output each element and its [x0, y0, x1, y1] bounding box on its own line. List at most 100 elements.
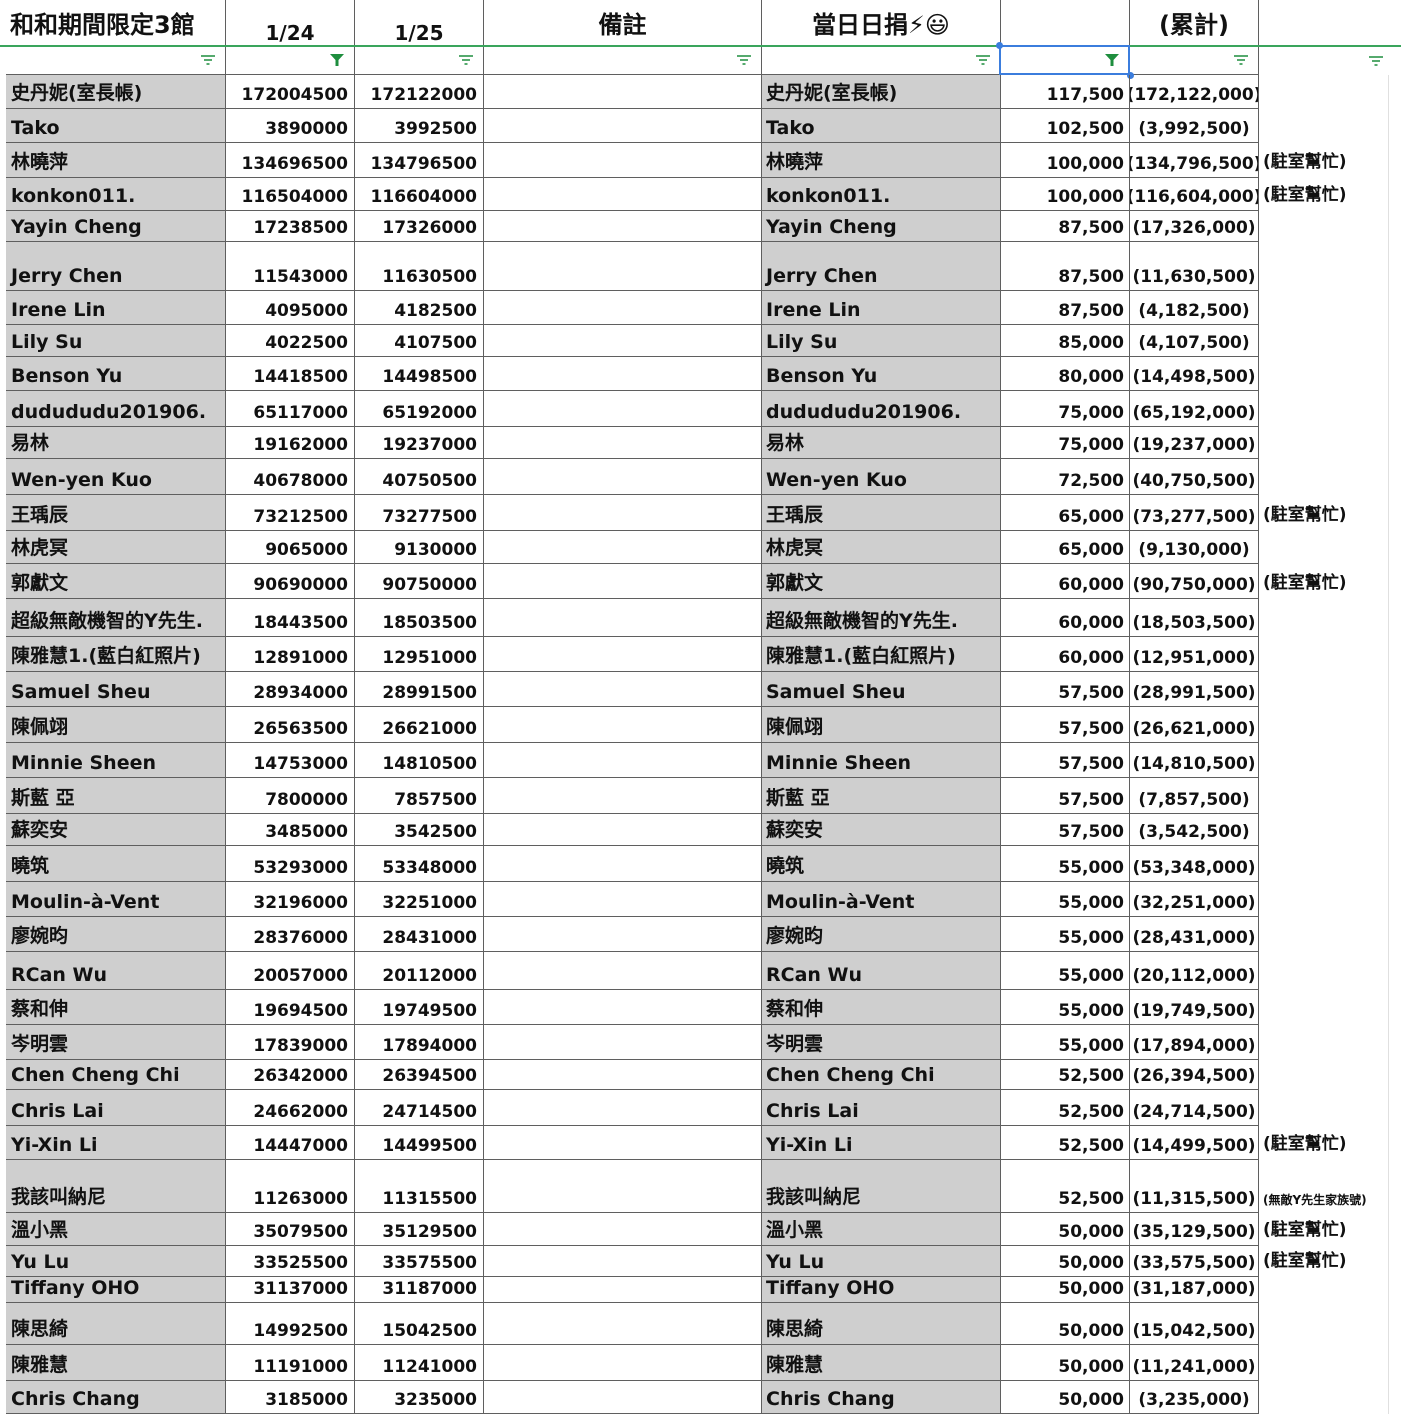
value-cell-1-25[interactable]: 4107500	[355, 325, 484, 357]
note-cell[interactable]	[484, 143, 762, 178]
note-cell[interactable]	[484, 1090, 762, 1126]
value-cell-1-25[interactable]: 28431000	[355, 917, 484, 952]
filter-cell[interactable]	[1001, 46, 1130, 75]
note-cell[interactable]	[484, 846, 762, 882]
daily-donation-cell[interactable]: 52,500	[1001, 1160, 1130, 1213]
value-cell-1-24[interactable]: 14418500	[226, 357, 355, 391]
value-cell-1-25[interactable]: 116604000	[355, 178, 484, 211]
name-cell-2[interactable]: Chris Lai	[762, 1090, 1001, 1126]
cumulative-cell[interactable]: (40,750,500)	[1130, 459, 1259, 495]
name-cell-2[interactable]: Tako	[762, 109, 1001, 143]
value-cell-1-24[interactable]: 11191000	[226, 1345, 355, 1381]
note-cell[interactable]	[484, 672, 762, 707]
name-cell-2[interactable]: Samuel Sheu	[762, 672, 1001, 707]
name-cell-2[interactable]: RCan Wu	[762, 952, 1001, 990]
note-cell[interactable]	[484, 743, 762, 778]
value-cell-1-24[interactable]: 172004500	[226, 75, 355, 109]
value-cell-1-25[interactable]: 19749500	[355, 990, 484, 1025]
name-cell-2[interactable]: Chris Chang	[762, 1381, 1001, 1414]
name-cell[interactable]: Chen Cheng Chi	[6, 1060, 226, 1090]
name-cell[interactable]: 蘇奕安	[6, 814, 226, 846]
value-cell-1-24[interactable]: 31137000	[226, 1277, 355, 1303]
name-cell-2[interactable]: 超級無敵機智的Y先生.	[762, 599, 1001, 637]
extra-note-cell[interactable]	[1259, 990, 1401, 1025]
daily-donation-cell[interactable]: 85,000	[1001, 325, 1130, 357]
extra-note-cell[interactable]: (駐室幫忙)	[1259, 1213, 1401, 1246]
name-cell-2[interactable]: 岑明雲	[762, 1025, 1001, 1060]
filter-icon[interactable]	[459, 55, 473, 65]
daily-donation-cell[interactable]: 57,500	[1001, 707, 1130, 743]
cumulative-cell[interactable]: (26,394,500)	[1130, 1060, 1259, 1090]
value-cell-1-24[interactable]: 26563500	[226, 707, 355, 743]
daily-donation-cell[interactable]: 55,000	[1001, 846, 1130, 882]
daily-donation-cell[interactable]: 50,000	[1001, 1345, 1130, 1381]
cumulative-cell[interactable]: (172,122,000)	[1130, 75, 1259, 109]
name-cell-2[interactable]: Tiffany OHO	[762, 1277, 1001, 1303]
daily-donation-cell[interactable]: 65,000	[1001, 495, 1130, 531]
value-cell-1-24[interactable]: 40678000	[226, 459, 355, 495]
extra-note-cell[interactable]	[1259, 75, 1401, 109]
note-cell[interactable]	[484, 291, 762, 325]
note-cell[interactable]	[484, 1060, 762, 1090]
name-cell-2[interactable]: 我該叫納尼	[762, 1160, 1001, 1213]
name-cell-2[interactable]: 王瑀辰	[762, 495, 1001, 531]
name-cell[interactable]: Tiffany OHO	[6, 1277, 226, 1303]
value-cell-1-24[interactable]: 4022500	[226, 325, 355, 357]
name-cell-2[interactable]: Jerry Chen	[762, 242, 1001, 291]
value-cell-1-25[interactable]: 14498500	[355, 357, 484, 391]
value-cell-1-24[interactable]: 14447000	[226, 1126, 355, 1160]
name-cell[interactable]: Jerry Chen	[6, 242, 226, 291]
note-cell[interactable]	[484, 707, 762, 743]
value-cell-1-24[interactable]: 65117000	[226, 391, 355, 427]
name-cell[interactable]: 陳雅慧	[6, 1345, 226, 1381]
extra-note-cell[interactable]	[1259, 459, 1401, 495]
extra-note-cell[interactable]	[1259, 1303, 1401, 1345]
name-cell-2[interactable]: 陳雅慧	[762, 1345, 1001, 1381]
value-cell-1-24[interactable]: 116504000	[226, 178, 355, 211]
note-cell[interactable]	[484, 1345, 762, 1381]
name-cell-2[interactable]: 郭獻文	[762, 564, 1001, 599]
value-cell-1-25[interactable]: 11630500	[355, 242, 484, 291]
value-cell-1-25[interactable]: 35129500	[355, 1213, 484, 1246]
name-cell[interactable]: 超級無敵機智的Y先生.	[6, 599, 226, 637]
note-cell[interactable]	[484, 1277, 762, 1303]
name-cell-2[interactable]: 蘇奕安	[762, 814, 1001, 846]
header-date-2[interactable]: 1/25	[355, 0, 484, 46]
daily-donation-cell[interactable]: 75,000	[1001, 427, 1130, 459]
header-note[interactable]: 備註	[484, 0, 762, 46]
daily-donation-cell[interactable]: 57,500	[1001, 814, 1130, 846]
daily-donation-cell[interactable]: 50,000	[1001, 1246, 1130, 1277]
note-cell[interactable]	[484, 531, 762, 564]
name-cell-2[interactable]: Lily Su	[762, 325, 1001, 357]
note-cell[interactable]	[484, 1213, 762, 1246]
extra-note-cell[interactable]	[1259, 1090, 1401, 1126]
name-cell[interactable]: 郭獻文	[6, 564, 226, 599]
name-cell[interactable]: 曉筑	[6, 846, 226, 882]
value-cell-1-25[interactable]: 11315500	[355, 1160, 484, 1213]
extra-note-cell[interactable]	[1259, 599, 1401, 637]
name-cell-2[interactable]: Benson Yu	[762, 357, 1001, 391]
note-cell[interactable]	[484, 1381, 762, 1414]
value-cell-1-24[interactable]: 33525500	[226, 1246, 355, 1277]
header-cumulative[interactable]: (累計)	[1130, 0, 1259, 46]
filter-cell[interactable]	[355, 46, 484, 75]
extra-note-cell[interactable]	[1259, 291, 1401, 325]
value-cell-1-24[interactable]: 9065000	[226, 531, 355, 564]
value-cell-1-24[interactable]: 24662000	[226, 1090, 355, 1126]
name-cell-2[interactable]: Chen Cheng Chi	[762, 1060, 1001, 1090]
note-cell[interactable]	[484, 564, 762, 599]
name-cell-2[interactable]: 斯藍 亞	[762, 778, 1001, 814]
value-cell-1-25[interactable]: 53348000	[355, 846, 484, 882]
name-cell[interactable]: Yi-Xin Li	[6, 1126, 226, 1160]
name-cell-2[interactable]: Yu Lu	[762, 1246, 1001, 1277]
name-cell-2[interactable]: 易林	[762, 427, 1001, 459]
value-cell-1-24[interactable]: 3485000	[226, 814, 355, 846]
daily-donation-cell[interactable]: 50,000	[1001, 1303, 1130, 1345]
filter-icon[interactable]	[201, 55, 215, 65]
note-cell[interactable]	[484, 990, 762, 1025]
extra-note-cell[interactable]	[1259, 391, 1401, 427]
cumulative-cell[interactable]: (11,241,000)	[1130, 1345, 1259, 1381]
value-cell-1-24[interactable]: 19162000	[226, 427, 355, 459]
name-cell[interactable]: Lily Su	[6, 325, 226, 357]
header-extra[interactable]	[1259, 0, 1401, 46]
